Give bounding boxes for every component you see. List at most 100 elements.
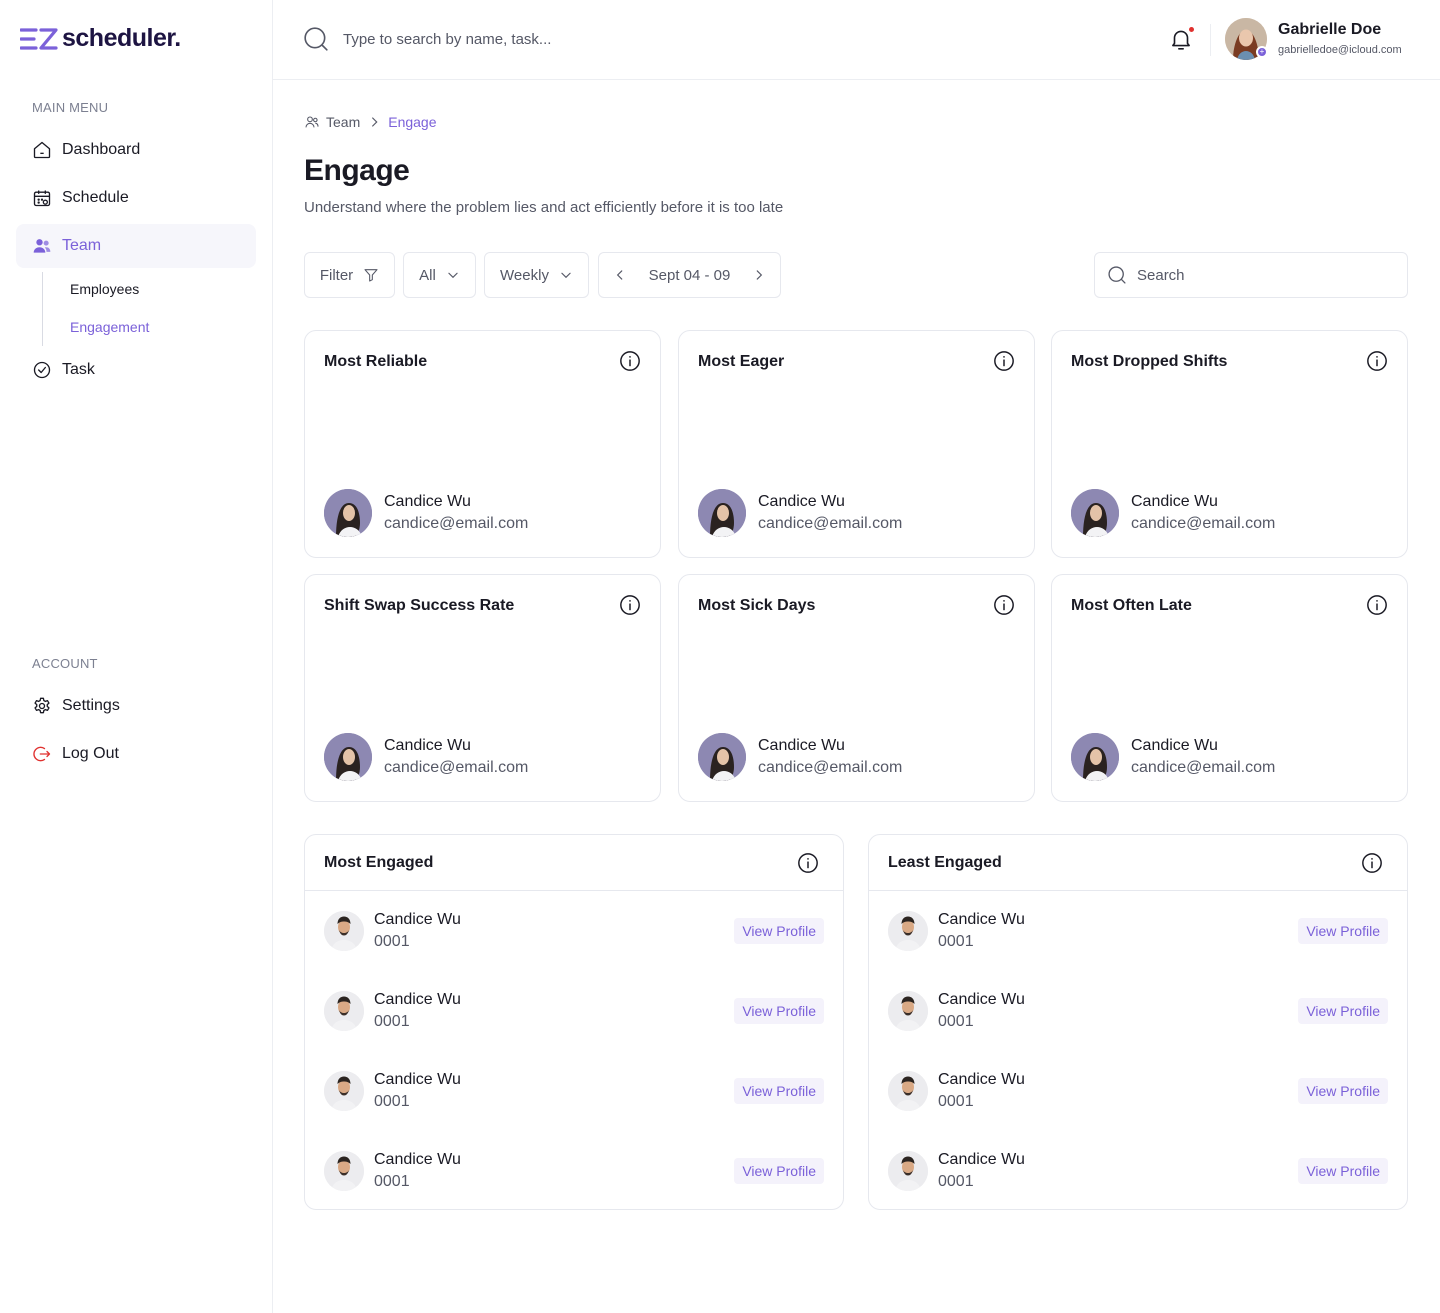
stat-card-person[interactable]: Candice Wu candice@email.com xyxy=(324,489,528,537)
candice-avatar-image xyxy=(1071,489,1119,537)
chevron-left-icon[interactable] xyxy=(613,268,627,282)
row-id: 0001 xyxy=(938,933,974,950)
candice-avatar-image xyxy=(698,733,746,781)
avatar xyxy=(1071,733,1119,781)
global-search[interactable] xyxy=(303,26,743,52)
info-icon[interactable] xyxy=(619,594,641,616)
stat-card-person[interactable]: Candice Wu candice@email.com xyxy=(698,733,902,781)
user-divider xyxy=(1210,24,1211,56)
subnav-engagement[interactable]: Engagement xyxy=(70,319,149,335)
calendar-icon xyxy=(33,190,51,207)
list-item: Candice Wu 0001 View Profile xyxy=(888,1063,1388,1119)
nav-task[interactable]: Task xyxy=(16,348,256,392)
candice-avatar-image xyxy=(324,489,372,537)
row-id: 0001 xyxy=(374,933,410,950)
person-email: candice@email.com xyxy=(758,515,903,532)
chevron-right-icon[interactable] xyxy=(752,268,766,282)
main-menu-label: MAIN MENU xyxy=(32,100,109,115)
date-range-picker: Sept 04 - 09 xyxy=(598,252,781,298)
nav-logout[interactable]: Log Out xyxy=(16,732,256,776)
stat-card-person[interactable]: Candice Wu candice@email.com xyxy=(1071,489,1275,537)
row-name: Candice Wu xyxy=(938,991,1025,1008)
person-email: candice@email.com xyxy=(1131,759,1276,776)
candice-avatar-image xyxy=(698,489,746,537)
list-item: Candice Wu 0001 View Profile xyxy=(888,1143,1388,1199)
engage-search[interactable] xyxy=(1094,252,1408,298)
home-icon xyxy=(33,141,51,159)
info-icon[interactable] xyxy=(1366,594,1388,616)
info-icon[interactable] xyxy=(993,594,1015,616)
avatar xyxy=(324,991,364,1031)
view-profile-button[interactable]: View Profile xyxy=(1298,918,1388,944)
view-profile-button[interactable]: View Profile xyxy=(734,1078,824,1104)
breadcrumb-team[interactable]: Team xyxy=(326,114,360,130)
submenu-line xyxy=(42,272,43,346)
nav-settings[interactable]: Settings xyxy=(16,684,256,728)
candice-avatar-image xyxy=(324,911,364,951)
nav-schedule[interactable]: Schedule xyxy=(16,176,256,220)
list-item: Candice Wu 0001 View Profile xyxy=(888,983,1388,1039)
chevron-right-icon xyxy=(372,117,378,127)
stat-card: Most Sick Days Candice Wu candice@email.co… xyxy=(678,574,1035,802)
most-engaged-card: Most Engaged Candice Wu 0001 View Profile C… xyxy=(304,834,844,1210)
period-select[interactable]: Weekly xyxy=(484,252,589,298)
group-select-value: All xyxy=(419,266,436,284)
view-profile-button[interactable]: View Profile xyxy=(1298,998,1388,1024)
info-icon[interactable] xyxy=(993,350,1015,372)
stat-card-title: Most Sick Days xyxy=(698,597,816,614)
candice-avatar-image xyxy=(888,911,928,951)
avatar xyxy=(698,733,746,781)
chevron-down-icon xyxy=(448,272,458,279)
person-name: Candice Wu xyxy=(384,737,471,754)
stat-card-person[interactable]: Candice Wu candice@email.com xyxy=(324,733,528,781)
nav-task-label: Task xyxy=(62,361,95,378)
candice-avatar-image xyxy=(324,1151,364,1191)
row-id: 0001 xyxy=(938,1173,974,1190)
stat-card-title: Most Often Late xyxy=(1071,597,1192,614)
avatar xyxy=(324,489,372,537)
candice-avatar-image xyxy=(324,733,372,781)
filter-button[interactable]: Filter xyxy=(304,252,395,298)
nav-logout-label: Log Out xyxy=(62,745,119,762)
person-email: candice@email.com xyxy=(758,759,903,776)
nav-dashboard[interactable]: Dashboard xyxy=(16,128,256,172)
row-name: Candice Wu xyxy=(374,991,461,1008)
candice-avatar-image xyxy=(888,991,928,1031)
stat-card: Most Eager Candice Wu candice@email.com xyxy=(678,330,1035,558)
avatar xyxy=(1071,489,1119,537)
engage-search-input[interactable] xyxy=(1137,266,1377,284)
least-engaged-card: Least Engaged Candice Wu 0001 View Profile… xyxy=(868,834,1408,1210)
date-range-value[interactable]: Sept 04 - 09 xyxy=(649,267,731,284)
info-icon[interactable] xyxy=(797,852,819,874)
person-name: Candice Wu xyxy=(1131,493,1218,510)
user-email: gabrielledoe@icloud.com xyxy=(1278,44,1402,56)
stat-card-person[interactable]: Candice Wu candice@email.com xyxy=(698,489,902,537)
nav-schedule-label: Schedule xyxy=(62,189,129,206)
app-logo[interactable]: scheduler. xyxy=(20,24,181,53)
info-icon[interactable] xyxy=(619,350,641,372)
view-profile-button[interactable]: View Profile xyxy=(734,998,824,1024)
person-name: Candice Wu xyxy=(384,493,471,510)
search-icon xyxy=(1108,266,1126,284)
group-select[interactable]: All xyxy=(403,252,476,298)
view-profile-button[interactable]: View Profile xyxy=(734,1158,824,1184)
stat-card-person[interactable]: Candice Wu candice@email.com xyxy=(1071,733,1275,781)
subnav-employees[interactable]: Employees xyxy=(70,281,139,297)
nav-team[interactable]: Team xyxy=(16,224,256,268)
stat-card: Shift Swap Success Rate Candice Wu candice… xyxy=(304,574,661,802)
breadcrumb-current: Engage xyxy=(388,114,437,130)
check-circle-icon xyxy=(33,361,51,379)
row-id: 0001 xyxy=(374,1093,410,1110)
candice-avatar-image xyxy=(888,1151,928,1191)
info-icon[interactable] xyxy=(1361,852,1383,874)
row-id: 0001 xyxy=(374,1173,410,1190)
account-label: ACCOUNT xyxy=(32,656,98,671)
candice-avatar-image xyxy=(1071,733,1119,781)
view-profile-button[interactable]: View Profile xyxy=(1298,1078,1388,1104)
view-profile-button[interactable]: View Profile xyxy=(1298,1158,1388,1184)
users-outline-icon xyxy=(305,116,319,128)
global-search-input[interactable] xyxy=(343,30,743,48)
view-profile-button[interactable]: View Profile xyxy=(734,918,824,944)
avatar xyxy=(324,911,364,951)
info-icon[interactable] xyxy=(1366,350,1388,372)
